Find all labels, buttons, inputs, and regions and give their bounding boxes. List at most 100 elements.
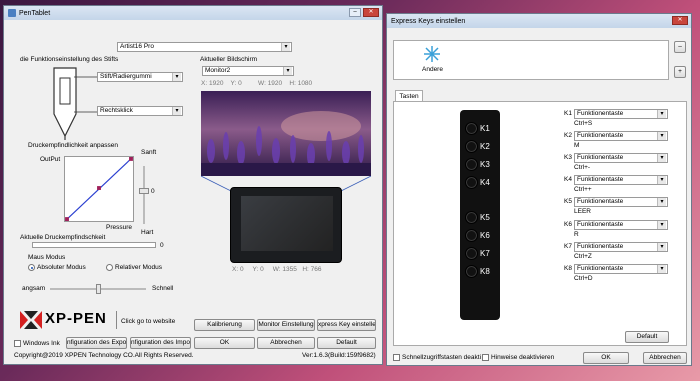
pen-section-title: die Funktionseinstellung des Stifts	[20, 56, 119, 63]
screen-title: Aktueller Bildschirm	[200, 56, 258, 63]
key-row-k6: K6 Funktionentaste R	[564, 220, 668, 238]
model-select[interactable]: Artist16 Pro	[117, 42, 292, 52]
express-cancel-button[interactable]: Abbrechen	[643, 352, 687, 364]
curve-start-handle[interactable]	[65, 217, 69, 221]
k8-function-select[interactable]: Funktionentaste	[574, 264, 668, 274]
key-row-k3: K3 Funktionentaste Ctrl+-	[564, 153, 668, 171]
screen-coords: X: 1920 Y: 0 W: 1920 H: 1080	[201, 80, 313, 87]
k4-function-select[interactable]: Funktionentaste	[574, 175, 668, 185]
express-default-button[interactable]: Default	[625, 331, 669, 343]
pressure-curve-graph[interactable]	[64, 156, 134, 222]
key-row-k7: K7 Funktionentaste Ctrl+Z	[564, 242, 668, 260]
k2-shortcut: M	[574, 142, 580, 149]
screen-preview-image	[201, 91, 371, 176]
k3-shortcut: Ctrl+-	[574, 164, 591, 171]
speed-fast-label: Schnell	[152, 285, 174, 292]
pen-lower-button-select[interactable]: Rechtsklick	[97, 106, 183, 116]
key-row-k4: K4 Funktionentaste Ctrl++	[564, 175, 668, 193]
k1-function-select[interactable]: Funktionentaste	[574, 109, 668, 119]
tablet-screen	[241, 196, 333, 251]
title-bar: Express Keys einstellen ✕	[387, 14, 691, 28]
tablet-coords: X: 0 Y: 0 W: 1355 H: 766	[232, 266, 322, 273]
import-config-button[interactable]: nfiguration des Impo	[130, 337, 191, 349]
relative-mode-radio[interactable]: Relativer Modus	[106, 264, 162, 271]
pentablet-window: PenTablet – ✕ Artist16 Pro die Funktions…	[3, 5, 383, 365]
pressure-label: Pressure	[106, 224, 133, 231]
hints-disable-checkbox[interactable]: Hinweise deaktivieren	[482, 354, 554, 361]
xppen-logo-icon	[20, 311, 42, 329]
windows-ink-checkbox[interactable]: Windows Ink	[14, 340, 60, 347]
k7-shortcut: Ctrl+Z	[574, 253, 592, 260]
all-apps-icon	[424, 46, 440, 62]
key-k3: K3	[465, 158, 491, 171]
application-list[interactable]: Andere	[393, 40, 669, 80]
window-title: PenTablet	[19, 9, 51, 17]
key-k6: K6	[465, 229, 491, 242]
monitor-settings-button[interactable]: Monitor Einstellung	[257, 319, 315, 331]
pen-upper-button-select[interactable]: Stift/Radiergummi	[97, 72, 183, 82]
curve-mid-handle[interactable]	[97, 186, 101, 190]
cancel-button[interactable]: Abbrechen	[257, 337, 315, 349]
curve-end-handle[interactable]	[129, 157, 133, 161]
output-label: OutPut	[40, 156, 61, 163]
current-pressure-label: Aktuelle Druckempfindschkeit	[20, 234, 106, 241]
absolute-mode-radio[interactable]: Absoluter Modus	[28, 264, 86, 271]
version-label: Ver:1.6.3(Build:159f9682)	[302, 352, 376, 359]
close-button[interactable]: ✕	[672, 16, 688, 25]
add-app-button[interactable]: +	[674, 66, 686, 78]
remove-app-button[interactable]: –	[674, 41, 686, 53]
express-ok-button[interactable]: OK	[583, 352, 629, 364]
express-key-settings-button[interactable]: xpress Key einstelle	[317, 319, 376, 331]
k5-function-select[interactable]: Funktionentaste	[574, 197, 668, 207]
window-title: Express Keys einstellen	[391, 17, 466, 25]
shortcut-disable-checkbox[interactable]: Schnellzugriffstasten deakti	[393, 354, 481, 361]
key-k2: K2	[465, 140, 491, 153]
brand-logo-text: XP-PEN	[45, 310, 107, 327]
current-pressure-bar	[32, 242, 156, 248]
speed-slow-label: angsam	[22, 285, 46, 292]
pressure-title: Druckempfindlichkeit anpassen	[28, 142, 118, 149]
mode-title: Maus Modus	[28, 254, 66, 261]
current-pressure-value: 0	[160, 242, 164, 249]
app-label: Andere	[422, 66, 443, 73]
key-row-k2: K2 Funktionentaste M	[564, 131, 668, 149]
k5-shortcut: LEER	[574, 208, 591, 215]
express-key-strip: K1 K2 K3 K4 K5 K6 K7 K8	[460, 110, 500, 320]
radio-selected-icon	[28, 264, 35, 271]
title-bar: PenTablet – ✕	[4, 6, 382, 20]
key-k4: K4	[465, 176, 491, 189]
k4-shortcut: Ctrl++	[574, 186, 592, 193]
calibration-button[interactable]: Kalibrierung	[194, 319, 255, 331]
copyright-text: Copyright@2019 XPPEN Technology CO.All R…	[14, 352, 194, 359]
ok-button[interactable]: OK	[194, 337, 255, 349]
key-k1: K1	[465, 122, 491, 135]
checkbox-icon	[14, 340, 21, 347]
default-button[interactable]: Default	[317, 337, 376, 349]
k7-function-select[interactable]: Funktionentaste	[574, 242, 668, 252]
sanft-label: Sanft	[141, 149, 157, 156]
k2-function-select[interactable]: Funktionentaste	[574, 131, 668, 141]
key-row-k1: K1 Funktionentaste Ctrl+S	[564, 109, 668, 127]
brand-divider	[116, 311, 117, 329]
k1-shortcut: Ctrl+S	[574, 120, 593, 127]
hart-label: Hart	[141, 229, 154, 236]
close-button[interactable]: ✕	[363, 8, 379, 17]
pressure-slider-track[interactable]	[143, 166, 145, 224]
k8-shortcut: Ctrl+D	[574, 275, 593, 282]
website-link[interactable]: Click go to website	[121, 318, 175, 325]
speed-slider-thumb[interactable]	[96, 284, 101, 294]
express-keys-window: Express Keys einstellen ✕ Andere – + Tas…	[386, 13, 692, 366]
pen-connector-lines	[74, 76, 99, 113]
slider-value: 0	[151, 188, 155, 195]
export-config-button[interactable]: nfiguration des Expo	[66, 337, 127, 349]
k6-function-select[interactable]: Funktionentaste	[574, 220, 668, 230]
k3-function-select[interactable]: Funktionentaste	[574, 153, 668, 163]
pressure-slider-thumb[interactable]	[139, 188, 149, 194]
minimize-button[interactable]: –	[349, 8, 361, 17]
key-k8: K8	[465, 265, 491, 278]
app-icon	[8, 9, 16, 17]
checkbox-icon	[393, 354, 400, 361]
k6-shortcut: R	[574, 231, 579, 238]
monitor-select[interactable]: Monitor2	[202, 66, 294, 76]
checkbox-icon	[482, 354, 489, 361]
